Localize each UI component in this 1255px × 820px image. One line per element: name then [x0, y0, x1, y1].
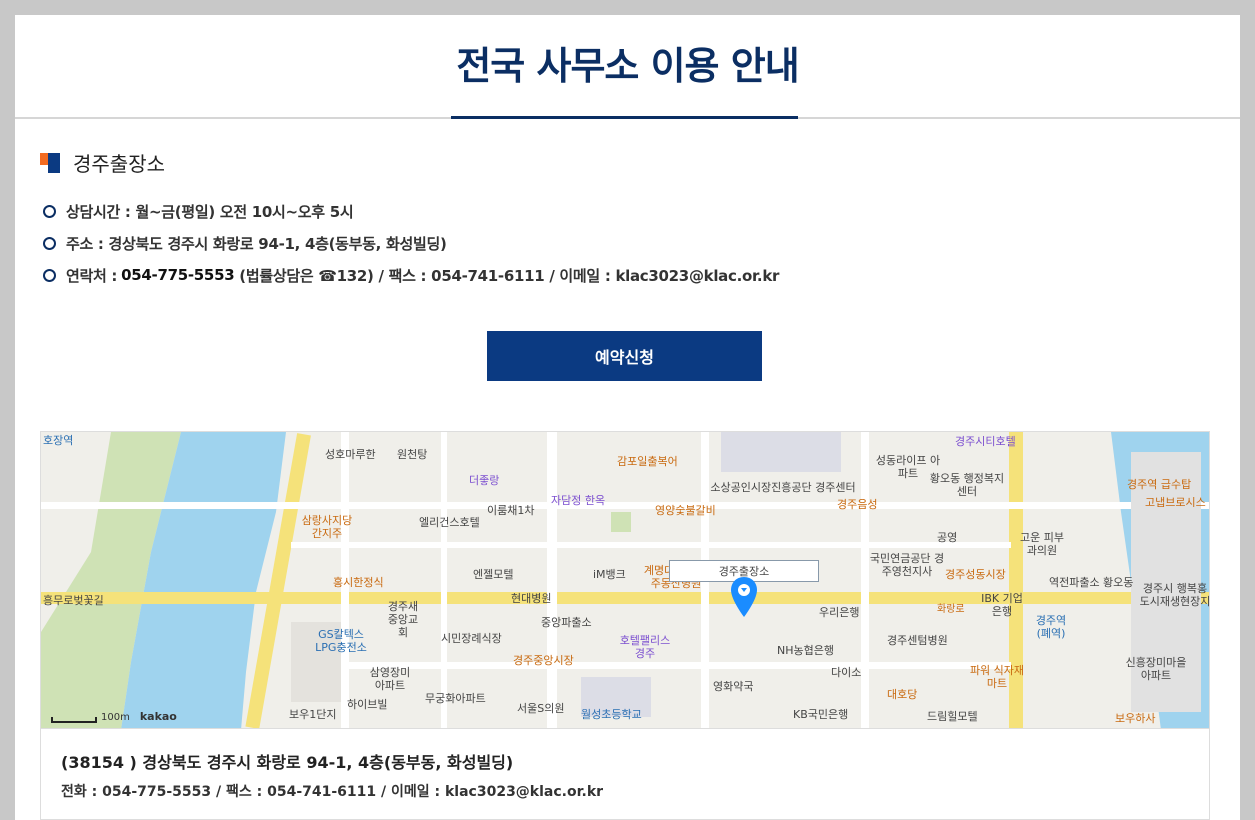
map-place: 원천탕: [397, 448, 428, 461]
title-area: 전국 사무소 이용 안내: [15, 15, 1240, 119]
map-place: GS칼텍스 LPG충전소: [315, 628, 367, 654]
map-place: IBK 기업은행: [981, 592, 1023, 618]
map-place: 황오동 행정복지센터: [929, 472, 1005, 498]
map-place: 대호당: [887, 688, 918, 701]
map-place: 홍시한정식: [333, 576, 384, 589]
map-place: 삼랑사지당 간지주: [301, 514, 353, 540]
map-place: 역전파출소: [1049, 576, 1100, 589]
map-place: 엘리건스호텔: [419, 516, 480, 529]
map-place: 신흥장미마을 아파트: [1125, 656, 1187, 682]
map-road-label: 화랑로: [937, 604, 965, 615]
scale-bar: [51, 717, 97, 723]
map-place: 경주센텀병원: [887, 634, 948, 647]
info-contact: 연락처 : 054-775-5553 (법률상담은 ☎132) / 팩스 : 0…: [43, 259, 779, 291]
map-place: 파워 식자재마트: [969, 664, 1025, 690]
contact-phone: 054-775-5553: [121, 266, 235, 284]
scale-label: 100m: [101, 712, 130, 723]
map-place: 자담정 한옥: [551, 494, 606, 507]
section-square-icon: [40, 152, 60, 173]
address-contact: 전화 : 054-775-5553 / 팩스 : 054-741-6111 / …: [61, 784, 604, 800]
bullet-circle-icon: [43, 268, 56, 282]
address-box: (38154 ) 경상북도 경주시 화랑로 94-1, 4층(동부동, 화성빌딩…: [40, 729, 1210, 820]
map-place: 현대병원: [511, 592, 552, 605]
info-address: 주소 : 경상북도 경주시 화랑로 94-1, 4층(동부동, 화성빌딩): [43, 227, 779, 259]
map-brand[interactable]: kakao: [140, 710, 177, 723]
map-place: 드림힐모텔: [927, 710, 978, 723]
map-place: 경주음성: [837, 498, 878, 511]
info-hours: 상담시간 : 월~금(평일) 오전 10시~오후 5시: [43, 195, 779, 227]
map-place: 시민장례식장: [441, 632, 502, 645]
map-place: 고냅브로시스: [1145, 496, 1206, 509]
map-place: 엔젤모텔: [473, 568, 514, 581]
map-place: 다이소: [831, 666, 862, 679]
map-place: 하이브빌: [347, 698, 388, 711]
address-text: 주소 : 경상북도 경주시 화랑로 94-1, 4층(동부동, 화성빌딩): [66, 234, 447, 253]
map-place: 고운 피부과의원: [1020, 531, 1064, 557]
map-place: 더좋랑: [469, 474, 500, 487]
map-place: 공영: [937, 531, 958, 544]
map-place: 삼영장미 아파트: [369, 666, 411, 692]
address-main: (38154 ) 경상북도 경주시 화랑로 94-1, 4층(동부동, 화성빌딩…: [61, 753, 514, 772]
bullet-circle-icon: [43, 236, 56, 250]
map-place: iM뱅크: [593, 568, 626, 581]
contact-prefix: 연락처 :: [66, 266, 118, 285]
map-place: KB국민은행: [793, 708, 849, 721]
page-title: 전국 사무소 이용 안내: [456, 44, 799, 88]
map-place: 경주새 중앙교회: [387, 600, 419, 639]
reserve-button[interactable]: 예약신청: [487, 331, 762, 381]
content-panel: 전국 사무소 이용 안내 경주출장소 상담시간 : 월~금(평일) 오전 10시…: [15, 15, 1240, 820]
map-place: NH농협은행: [777, 644, 834, 657]
office-name: 경주출장소: [73, 152, 165, 176]
map-place: 황오동: [1103, 576, 1134, 589]
map-place: 경주시티호텔: [955, 435, 1016, 448]
map-scale: 100m kakao: [51, 710, 177, 723]
map-place: 영화약국: [713, 680, 754, 693]
map-place: 감포일출복어: [617, 455, 678, 468]
map-place: 영양숯불갈비: [655, 504, 716, 517]
map-place: 보우1단지: [289, 708, 337, 721]
bullet-circle-icon: [43, 204, 56, 218]
map-place: 호텔팰리스 경주: [619, 634, 671, 660]
map-place: 호장역: [43, 434, 74, 447]
map-place: 우리은행: [819, 606, 860, 619]
office-heading: 경주출장소: [40, 148, 165, 177]
map-place: 경주성동시장: [945, 568, 1006, 581]
map-place: 이룸채1차: [487, 504, 535, 517]
office-map[interactable]: 호장역 성호마루한 원천탕 더좋랑 감포일출복어 소상공인시장진흥공단 경주센터…: [40, 431, 1210, 729]
location-pin-icon[interactable]: [731, 577, 757, 617]
map-place: 경주역 (폐역): [1035, 614, 1067, 640]
map-place: 경주중앙시장: [513, 654, 574, 667]
hours-text: 상담시간 : 월~금(평일) 오전 10시~오후 5시: [66, 202, 354, 221]
map-place: 경주시 행복홍 도시재생현장지원: [1139, 582, 1210, 608]
map-place: 무궁화아파트: [425, 692, 486, 705]
map-place: 국민연금공단 경주영천지사: [869, 552, 945, 578]
map-place: 서울S의원: [517, 702, 565, 715]
map-place: 소상공인시장진흥공단 경주센터: [710, 481, 856, 494]
map-place: 보우하사: [1115, 712, 1156, 725]
map-place: 중앙파출소: [541, 616, 592, 629]
map-place: 월성초등학교: [581, 708, 642, 721]
title-underline: [451, 116, 798, 119]
contact-rest: (법률상담은 ☎132) / 팩스 : 054-741-6111 / 이메일 :…: [234, 266, 780, 285]
map-place: 성호마루한: [325, 448, 376, 461]
map-place: 흥무로벚꽃길: [43, 594, 104, 607]
map-place: 경주역 급수탑: [1127, 478, 1192, 491]
office-info-list: 상담시간 : 월~금(평일) 오전 10시~오후 5시 주소 : 경상북도 경주…: [43, 195, 779, 291]
